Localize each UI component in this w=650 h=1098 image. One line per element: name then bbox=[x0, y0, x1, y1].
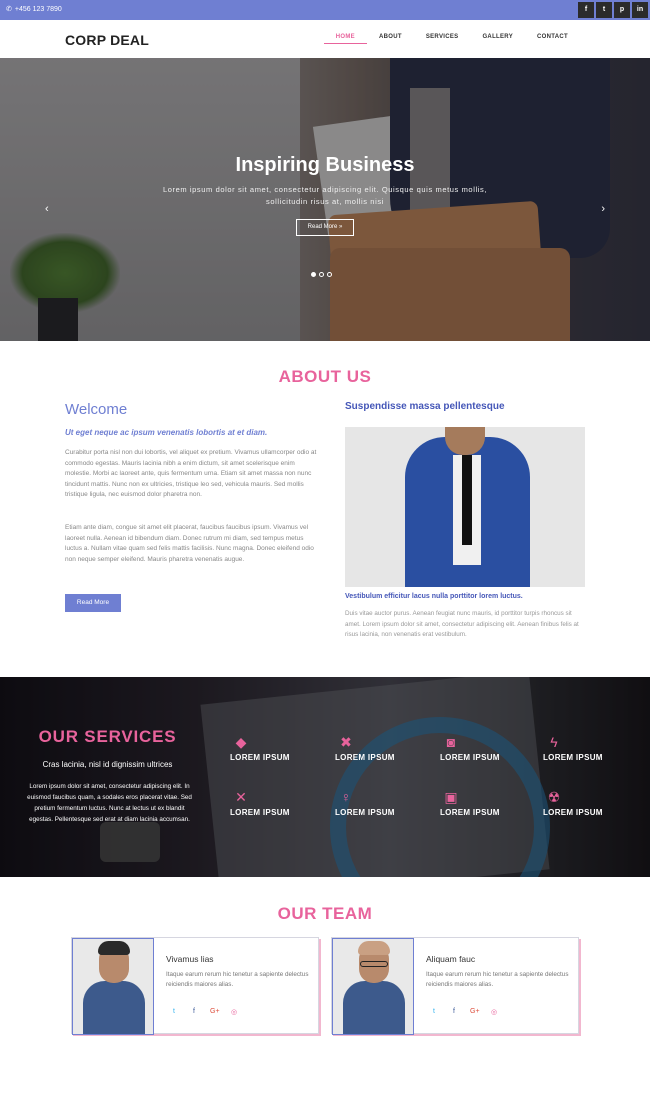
slider-prev-icon[interactable]: ‹ bbox=[45, 203, 49, 215]
slider-dot-2[interactable] bbox=[319, 272, 324, 277]
shopping-bag-icon: ▣ bbox=[444, 789, 458, 805]
welcome-heading: Welcome bbox=[65, 401, 128, 418]
service-label: LOREM IPSUM bbox=[543, 753, 603, 762]
google-plus-icon[interactable]: G+ bbox=[470, 1008, 480, 1016]
female-icon: ♀ bbox=[340, 789, 352, 805]
tools-icon: ✕ bbox=[235, 789, 247, 805]
twitter-icon[interactable]: t bbox=[596, 2, 612, 18]
about-paragraph-1: Curabitur porta nisl non dui lobortis, v… bbox=[65, 449, 317, 498]
service-item-5[interactable]: ✕ LOREM IPSUM bbox=[230, 790, 320, 817]
nav-contact[interactable]: CONTACT bbox=[525, 34, 580, 44]
services-section: OUR SERVICES Cras lacinia, nisl id digni… bbox=[0, 677, 650, 877]
hero-read-more-button[interactable]: Read More » bbox=[296, 219, 354, 236]
service-label: LOREM IPSUM bbox=[335, 808, 395, 817]
team-title: OUR TEAM bbox=[277, 904, 373, 923]
service-item-1[interactable]: ◆ LOREM IPSUM bbox=[230, 735, 320, 762]
services-overlay bbox=[0, 677, 650, 877]
team-card-1: Vivamus lias Itaque earum rerum hic tene… bbox=[71, 937, 319, 1035]
photo-shirt bbox=[343, 981, 405, 1034]
slider-next-icon[interactable]: › bbox=[601, 203, 605, 215]
service-label: LOREM IPSUM bbox=[440, 808, 500, 817]
linkedin-icon[interactable]: in bbox=[632, 2, 648, 18]
photo-head bbox=[358, 941, 390, 955]
service-item-2[interactable]: ✖ LOREM IPSUM bbox=[335, 735, 425, 762]
phone-icon: ✆ bbox=[6, 6, 12, 13]
facebook-icon[interactable]: f bbox=[578, 2, 594, 18]
hero-title: Inspiring Business bbox=[235, 154, 415, 176]
x-cross-icon: ✖ bbox=[340, 734, 352, 750]
service-item-4[interactable]: ϟ LOREM IPSUM bbox=[543, 735, 633, 762]
team-member-photo bbox=[332, 938, 414, 1035]
slider-dot-1[interactable] bbox=[311, 272, 316, 277]
slider-dot-3[interactable] bbox=[327, 272, 332, 277]
site-header: CORP DEAL HOME ABOUT SERVICES GALLERY CO… bbox=[0, 20, 650, 58]
photo-text: Duis vitae auctor purus. Aenean feugiat … bbox=[345, 610, 579, 638]
team-card-2: Aliquam fauc Itaque earum rerum hic tene… bbox=[331, 937, 579, 1035]
team-member-bio: Itaque earum rerum hic tenetur a sapient… bbox=[166, 971, 309, 988]
team-member-photo bbox=[72, 938, 154, 1035]
services-title: OUR SERVICES bbox=[38, 727, 177, 746]
twitter-icon[interactable]: t bbox=[170, 1008, 178, 1016]
service-item-3[interactable]: ◙ LOREM IPSUM bbox=[440, 735, 530, 762]
nav-home[interactable]: HOME bbox=[323, 34, 367, 44]
bolt-icon: ϟ bbox=[550, 734, 558, 750]
hero-text: Lorem ipsum dolor sit amet, consectetur … bbox=[162, 185, 488, 206]
instagram-icon[interactable]: ◎ bbox=[490, 1008, 498, 1016]
service-label: LOREM IPSUM bbox=[230, 808, 290, 817]
services-subtitle: Cras lacinia, nisl id dignissim ultrices bbox=[42, 760, 173, 769]
service-item-8[interactable]: ☢ LOREM IPSUM bbox=[543, 790, 633, 817]
nav-gallery[interactable]: GALLERY bbox=[470, 34, 525, 44]
team-member-social: t f G+ ◎ bbox=[430, 1008, 498, 1016]
service-label: LOREM IPSUM bbox=[440, 753, 500, 762]
team-member-name: Vivamus lias bbox=[166, 954, 214, 964]
about-title: ABOUT US bbox=[278, 367, 372, 386]
service-label: LOREM IPSUM bbox=[335, 753, 395, 762]
nav-about[interactable]: ABOUT bbox=[367, 34, 414, 44]
diamond-icon: ◆ bbox=[235, 734, 247, 750]
facebook-icon[interactable]: f bbox=[450, 1008, 458, 1016]
photo-shirt bbox=[83, 981, 145, 1034]
twitter-icon[interactable]: t bbox=[430, 1008, 438, 1016]
photo-tie bbox=[462, 455, 472, 545]
about-subtitle: Ut eget neque ac ipsum venenatis loborti… bbox=[65, 428, 268, 437]
team-member-name: Aliquam fauc bbox=[426, 954, 476, 964]
service-label: LOREM IPSUM bbox=[543, 808, 603, 817]
main-nav: HOME ABOUT SERVICES GALLERY CONTACT bbox=[323, 34, 580, 44]
services-text: Lorem ipsum dolor sit amet, consectetur … bbox=[27, 783, 192, 823]
team-member-social: t f G+ ◎ bbox=[170, 1008, 238, 1016]
about-right-title: Suspendisse massa pellentesque bbox=[345, 401, 505, 412]
phone-number: +456 123 7890 bbox=[14, 6, 62, 13]
service-item-6[interactable]: ♀ LOREM IPSUM bbox=[335, 790, 425, 817]
radiation-icon: ☢ bbox=[547, 789, 561, 805]
service-item-7[interactable]: ▣ LOREM IPSUM bbox=[440, 790, 530, 817]
hero-slider: Inspiring Business Lorem ipsum dolor sit… bbox=[0, 58, 650, 341]
about-read-more-button[interactable]: Read More bbox=[65, 594, 121, 612]
nav-services[interactable]: SERVICES bbox=[414, 34, 471, 44]
google-plus-icon[interactable]: G+ bbox=[210, 1008, 220, 1016]
businessman-photo bbox=[345, 427, 585, 587]
phone-contact: ✆ +456 123 7890 bbox=[6, 5, 62, 13]
photo-hair bbox=[98, 941, 130, 955]
team-member-bio: Itaque earum rerum hic tenetur a sapient… bbox=[426, 971, 569, 988]
pinterest-icon[interactable]: p bbox=[614, 2, 630, 18]
slider-dots bbox=[311, 272, 332, 277]
car-icon: ◙ bbox=[446, 734, 456, 750]
about-paragraph-2: Etiam ante diam, congue sit amet elit pl… bbox=[65, 524, 314, 563]
service-label: LOREM IPSUM bbox=[230, 753, 290, 762]
photo-caption: Vestibulum efficitur lacus nulla porttit… bbox=[345, 593, 523, 600]
top-bar: ✆ +456 123 7890 f t p in bbox=[0, 0, 650, 20]
instagram-icon[interactable]: ◎ bbox=[230, 1008, 238, 1016]
site-logo[interactable]: CORP DEAL bbox=[65, 32, 149, 48]
facebook-icon[interactable]: f bbox=[190, 1008, 198, 1016]
top-social-links: f t p in bbox=[578, 2, 648, 18]
photo-glasses bbox=[360, 961, 388, 967]
